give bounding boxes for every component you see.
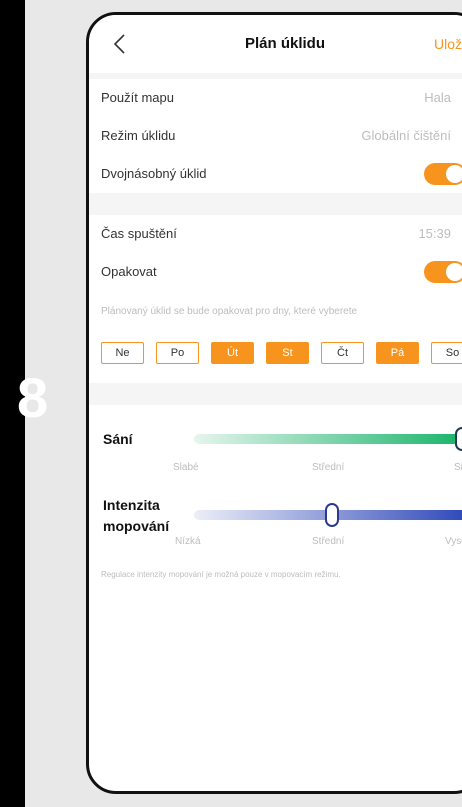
start-time-label: Čas spuštění [101,226,177,241]
cleaning-mode-row[interactable]: Režim úklidu Globální čištění > [89,117,462,155]
section-divider [89,193,462,215]
day-ut[interactable]: Út [211,342,254,364]
day-so[interactable]: So [431,342,462,364]
mop-intensity-label-line1: Intenzita [103,497,160,513]
start-time-row[interactable]: Čas spuštění 15:39 > [89,215,462,253]
suction-slider-thumb[interactable] [455,427,462,451]
mop-intensity-label-line2: mopování [103,518,170,534]
phone-frame: Plán úklidu Uložit Použít mapu Hala > Re… [86,12,462,794]
day-st[interactable]: St [266,342,309,364]
day-pa[interactable]: Pá [376,342,419,364]
repeat-row: Opakovat [89,253,462,291]
screenshot-background: 8 Plán úklidu Uložit Použít mapu Hala > … [17,0,462,807]
mop-tick-mid: Střední [312,536,345,547]
day-ct[interactable]: Čt [321,342,364,364]
navbar: Plán úklidu Uložit [89,15,462,73]
mop-intensity-note: Regulace intenzity mopování je možná pou… [101,570,341,579]
day-ne[interactable]: Ne [101,342,144,364]
suction-tick-low: Slabé [173,462,199,473]
suction-slider-track[interactable] [194,434,462,444]
repeat-hint: Plánovaný úklid se bude opakovat pro dny… [101,306,358,317]
repeat-toggle[interactable] [424,261,462,283]
map-label: Použít mapu [101,90,174,105]
day-po[interactable]: Po [156,342,199,364]
suction-tick-high: Silné [454,462,462,473]
suction-label: Sání [103,431,133,447]
cleaning-mode-value: Globální čištění [361,128,451,143]
save-button[interactable]: Uložit [434,36,462,52]
mop-tick-low: Nízká [175,536,201,547]
mop-tick-high: Vysoká [445,536,462,547]
repeat-label: Opakovat [101,264,157,279]
section-divider [89,383,462,405]
step-number: 8 [17,366,49,429]
suction-tick-mid: Střední [312,462,345,473]
weekday-selector: Ne Po Út St Čt Pá So [101,342,462,366]
cleaning-mode-label: Režim úklidu [101,128,176,143]
double-clean-row: Dvojnásobný úklid [89,155,462,193]
page-title: Plán úklidu [244,35,325,52]
double-clean-label: Dvojnásobný úklid [101,166,207,181]
mop-slider-thumb[interactable] [325,503,339,527]
toggle-knob [446,165,462,183]
double-clean-toggle[interactable] [424,163,462,185]
map-value: Hala [424,90,451,105]
start-time-value: 15:39 [418,226,451,241]
map-row[interactable]: Použít mapu Hala > [89,79,462,117]
toggle-knob [446,263,462,281]
